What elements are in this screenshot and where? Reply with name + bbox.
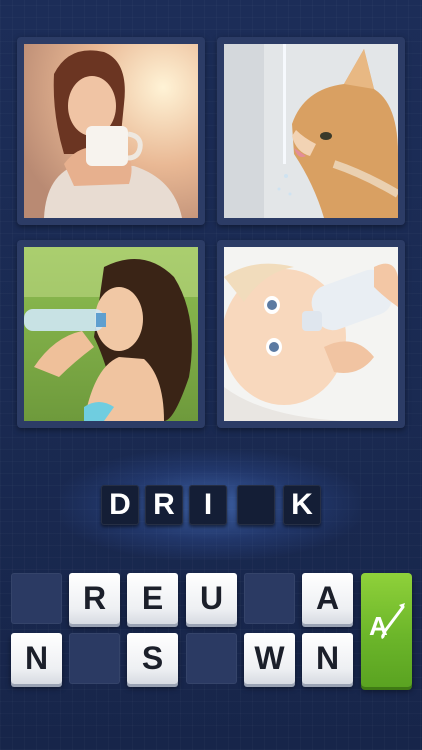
letter-tile-a[interactable]: A — [302, 573, 353, 624]
answer-slot-1[interactable]: D — [101, 485, 139, 525]
letter-tile-empty — [69, 633, 120, 684]
picture-1[interactable] — [17, 37, 205, 225]
letter-tile-n[interactable]: N — [302, 633, 353, 684]
letter-tile-n[interactable]: N — [11, 633, 62, 684]
cat-faucet-photo — [224, 44, 398, 218]
woman-bottle-photo — [24, 247, 198, 421]
letter-tile-e[interactable]: E — [127, 573, 178, 624]
baby-bottle-photo — [224, 247, 398, 421]
letter-tile-s[interactable]: S — [127, 633, 178, 684]
letter-tile-w[interactable]: W — [244, 633, 295, 684]
letter-tile-empty — [11, 573, 62, 624]
answer-slot-5[interactable]: K — [283, 485, 321, 525]
letter-tile-r[interactable]: R — [69, 573, 120, 624]
hint-letter: A — [369, 611, 388, 641]
picture-3[interactable] — [17, 240, 205, 428]
answer-slot-4[interactable] — [237, 485, 275, 525]
letter-tile-empty — [186, 633, 237, 684]
hint-button[interactable]: A — [361, 573, 412, 687]
letter-tile-u[interactable]: U — [186, 573, 237, 624]
picture-2[interactable] — [217, 37, 405, 225]
letter-tile-empty — [244, 573, 295, 624]
woman-mug-photo — [24, 44, 198, 218]
answer-slot-3[interactable]: I — [189, 485, 227, 525]
letter-a-wand-icon: A — [369, 603, 405, 641]
picture-4[interactable] — [217, 240, 405, 428]
answer-slot-2[interactable]: R — [145, 485, 183, 525]
